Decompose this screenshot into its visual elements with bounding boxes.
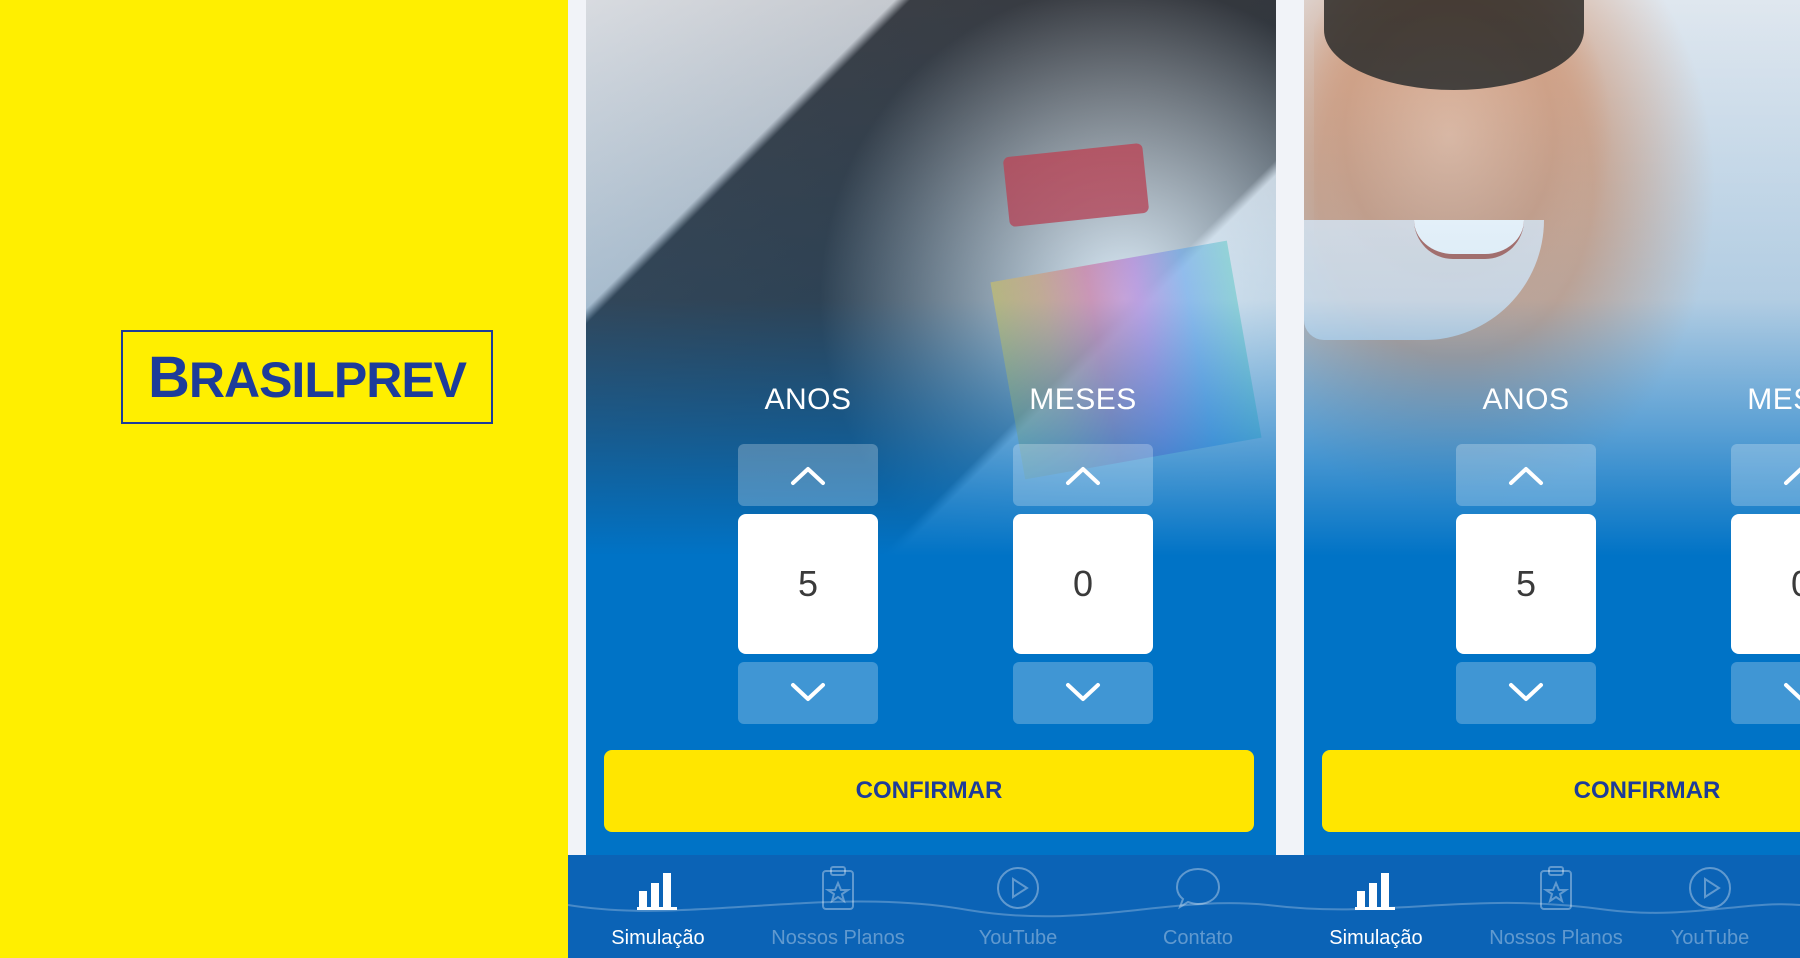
photo-detail-face <box>1314 0 1614 340</box>
anos-label: ANOS <box>1482 383 1570 416</box>
tab-simulacao[interactable]: Simulação <box>568 855 748 958</box>
meses-label: MESES <box>1029 383 1137 416</box>
photo-detail-smile <box>1414 220 1524 259</box>
chevron-up-icon <box>791 467 825 485</box>
chevron-down-icon <box>1509 683 1543 701</box>
chevron-down-icon <box>791 683 825 701</box>
play-circle-icon <box>993 863 1043 913</box>
anos-decrement-button[interactable] <box>738 662 878 724</box>
chevron-up-icon <box>1066 467 1100 485</box>
bottom-tab-bar: Simulação Nossos Planos YouTube Contato … <box>568 855 1800 958</box>
play-circle-icon <box>1685 863 1735 913</box>
anos-label: ANOS <box>764 383 852 416</box>
meses-increment-button[interactable] <box>1013 444 1153 506</box>
confirm-button[interactable]: CONFIRMAR <box>1322 750 1800 832</box>
tab-contato[interactable]: Contato <box>1108 855 1288 958</box>
tab-youtube[interactable]: YouTube <box>1620 855 1800 958</box>
tab-label: Simulação <box>1329 927 1423 949</box>
chevron-up-icon <box>1509 467 1543 485</box>
photo-detail-card <box>1002 142 1150 228</box>
clipboard-star-icon <box>1531 863 1581 913</box>
tab-nossos-planos[interactable]: Nossos Planos <box>1466 855 1646 958</box>
tab-nossos-planos[interactable]: Nossos Planos <box>748 855 928 958</box>
photo-detail-mask <box>1304 220 1544 340</box>
meses-decrement-button[interactable] <box>1731 662 1800 724</box>
tab-simulacao[interactable]: Simulação <box>1286 855 1466 958</box>
meses-increment-button[interactable] <box>1731 444 1800 506</box>
brasilprev-logo: BRASILPREV <box>121 330 493 424</box>
tab-label: YouTube <box>978 927 1058 949</box>
bar-chart-icon <box>633 863 683 913</box>
meses-label: MESES <box>1747 383 1800 416</box>
meses-value[interactable]: 0 <box>1013 514 1153 654</box>
tab-label: Contato <box>1162 927 1234 949</box>
logo-text: BRASILPREV <box>147 344 467 410</box>
chevron-down-icon <box>1066 683 1100 701</box>
meses-value[interactable]: 0 <box>1731 514 1800 654</box>
chat-bubble-icon <box>1173 863 1223 913</box>
app-screens: ANOS MESES 5 0 CONFIRMAR ANOS MESES <box>568 0 1800 958</box>
chevron-down-icon <box>1784 683 1800 701</box>
photo-detail-hair <box>1324 0 1584 90</box>
anos-decrement-button[interactable] <box>1456 662 1596 724</box>
tab-youtube[interactable]: YouTube <box>928 855 1108 958</box>
tab-label: YouTube <box>1670 927 1750 949</box>
anos-value[interactable]: 5 <box>738 514 878 654</box>
anos-value[interactable]: 5 <box>1456 514 1596 654</box>
phone-screen-2: ANOS MESES 5 0 CONFIRMAR <box>1304 0 1800 958</box>
phone-screen-1: ANOS MESES 5 0 CONFIRMAR <box>586 0 1276 958</box>
chevron-up-icon <box>1784 467 1800 485</box>
background-photo-dentist <box>1304 0 1800 855</box>
clipboard-star-icon <box>813 863 863 913</box>
tab-label: Simulação <box>611 927 705 949</box>
meses-decrement-button[interactable] <box>1013 662 1153 724</box>
anos-increment-button[interactable] <box>738 444 878 506</box>
tab-label: Nossos Planos <box>1489 927 1623 949</box>
anos-increment-button[interactable] <box>1456 444 1596 506</box>
brand-panel: BRASILPREV <box>0 0 568 958</box>
bar-chart-icon <box>1351 863 1401 913</box>
background-photo-design <box>586 0 1276 855</box>
confirm-button[interactable]: CONFIRMAR <box>604 750 1254 832</box>
tab-label: Nossos Planos <box>771 927 905 949</box>
